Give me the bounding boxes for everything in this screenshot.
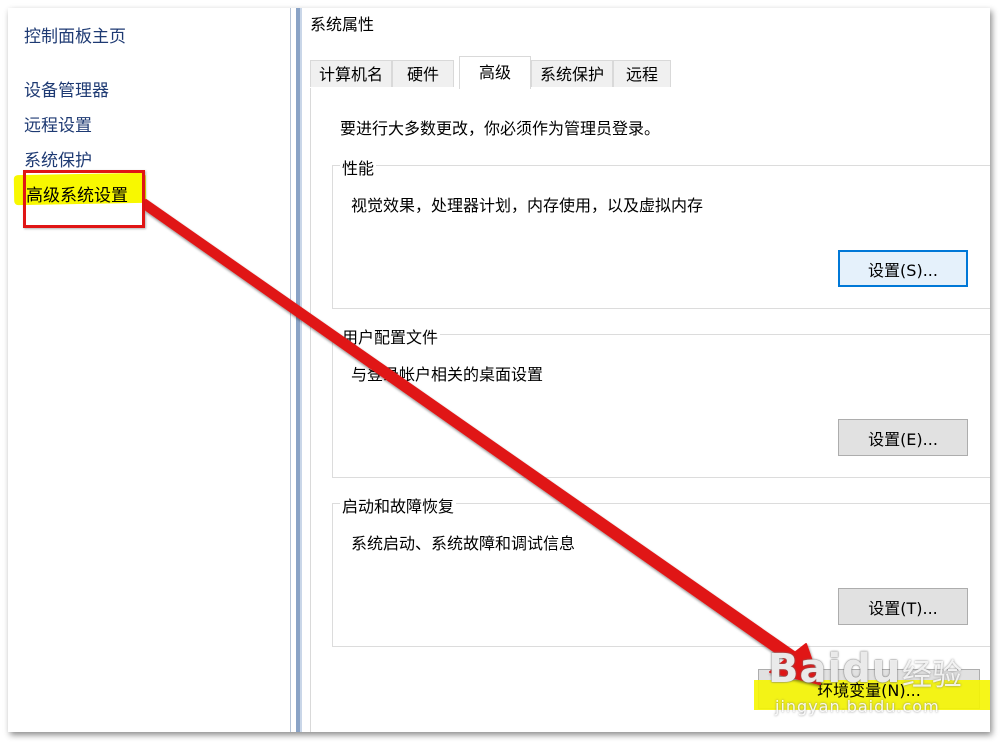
dialog-title: 系统属性 (310, 15, 375, 34)
user-profiles-description: 与登录帐户相关的桌面设置 (351, 365, 544, 384)
system-protection-link[interactable]: 系统保护 (24, 146, 92, 171)
startup-recovery-settings-button[interactable]: 设置(T)... (838, 588, 968, 625)
tab-system-protection[interactable]: 系统保护 (531, 60, 613, 87)
panel-divider (290, 8, 291, 732)
user-profiles-group-title: 用户配置文件 (340, 324, 441, 348)
baidu-watermark-url: jingyan.baidu.com (775, 697, 940, 716)
performance-description: 视觉效果，处理器计划，内存使用，以及虚拟内存 (351, 196, 704, 215)
baidu-watermark-cn: 经验 (902, 658, 962, 693)
user-profiles-group: 用户配置文件 与登录帐户相关的桌面设置 (332, 324, 990, 478)
admin-note: 要进行大多数更改，你必须作为管理员登录。 (340, 119, 661, 138)
startup-recovery-group-title: 启动和故障恢复 (340, 493, 457, 517)
device-manager-link[interactable]: 设备管理器 (24, 76, 109, 101)
tab-computer-name[interactable]: 计算机名 (310, 60, 392, 87)
performance-group: 性能 视觉效果，处理器计划，内存使用，以及虚拟内存 (332, 155, 990, 309)
performance-group-title: 性能 (340, 155, 377, 179)
screenshot-frame: 控制面板主页 设备管理器 远程设置 系统保护 高级系统设置 系统属性 计算机名 … (8, 8, 990, 732)
remote-settings-link[interactable]: 远程设置 (24, 111, 92, 136)
control-panel-home-link[interactable]: 控制面板主页 (24, 22, 126, 47)
tab-remote[interactable]: 远程 (613, 60, 671, 87)
tab-advanced[interactable]: 高级 (459, 56, 531, 89)
annotation-red-box (23, 170, 145, 228)
tab-strip: 计算机名 硬件 高级 系统保护 远程 (310, 56, 980, 89)
user-profiles-settings-button[interactable]: 设置(E)... (838, 419, 968, 456)
baidu-watermark-logo: Baidu (768, 646, 902, 692)
startup-recovery-description: 系统启动、系统故障和调试信息 (351, 534, 576, 553)
system-properties-dialog: 系统属性 计算机名 硬件 高级 系统保护 远程 要进行大多数更改，你必须作为管理… (302, 8, 990, 732)
control-panel-sidebar: 控制面板主页 设备管理器 远程设置 系统保护 高级系统设置 (8, 8, 296, 732)
startup-recovery-group: 启动和故障恢复 系统启动、系统故障和调试信息 (332, 493, 990, 647)
tab-hardware[interactable]: 硬件 (392, 60, 454, 87)
performance-settings-button[interactable]: 设置(S)... (838, 250, 968, 287)
